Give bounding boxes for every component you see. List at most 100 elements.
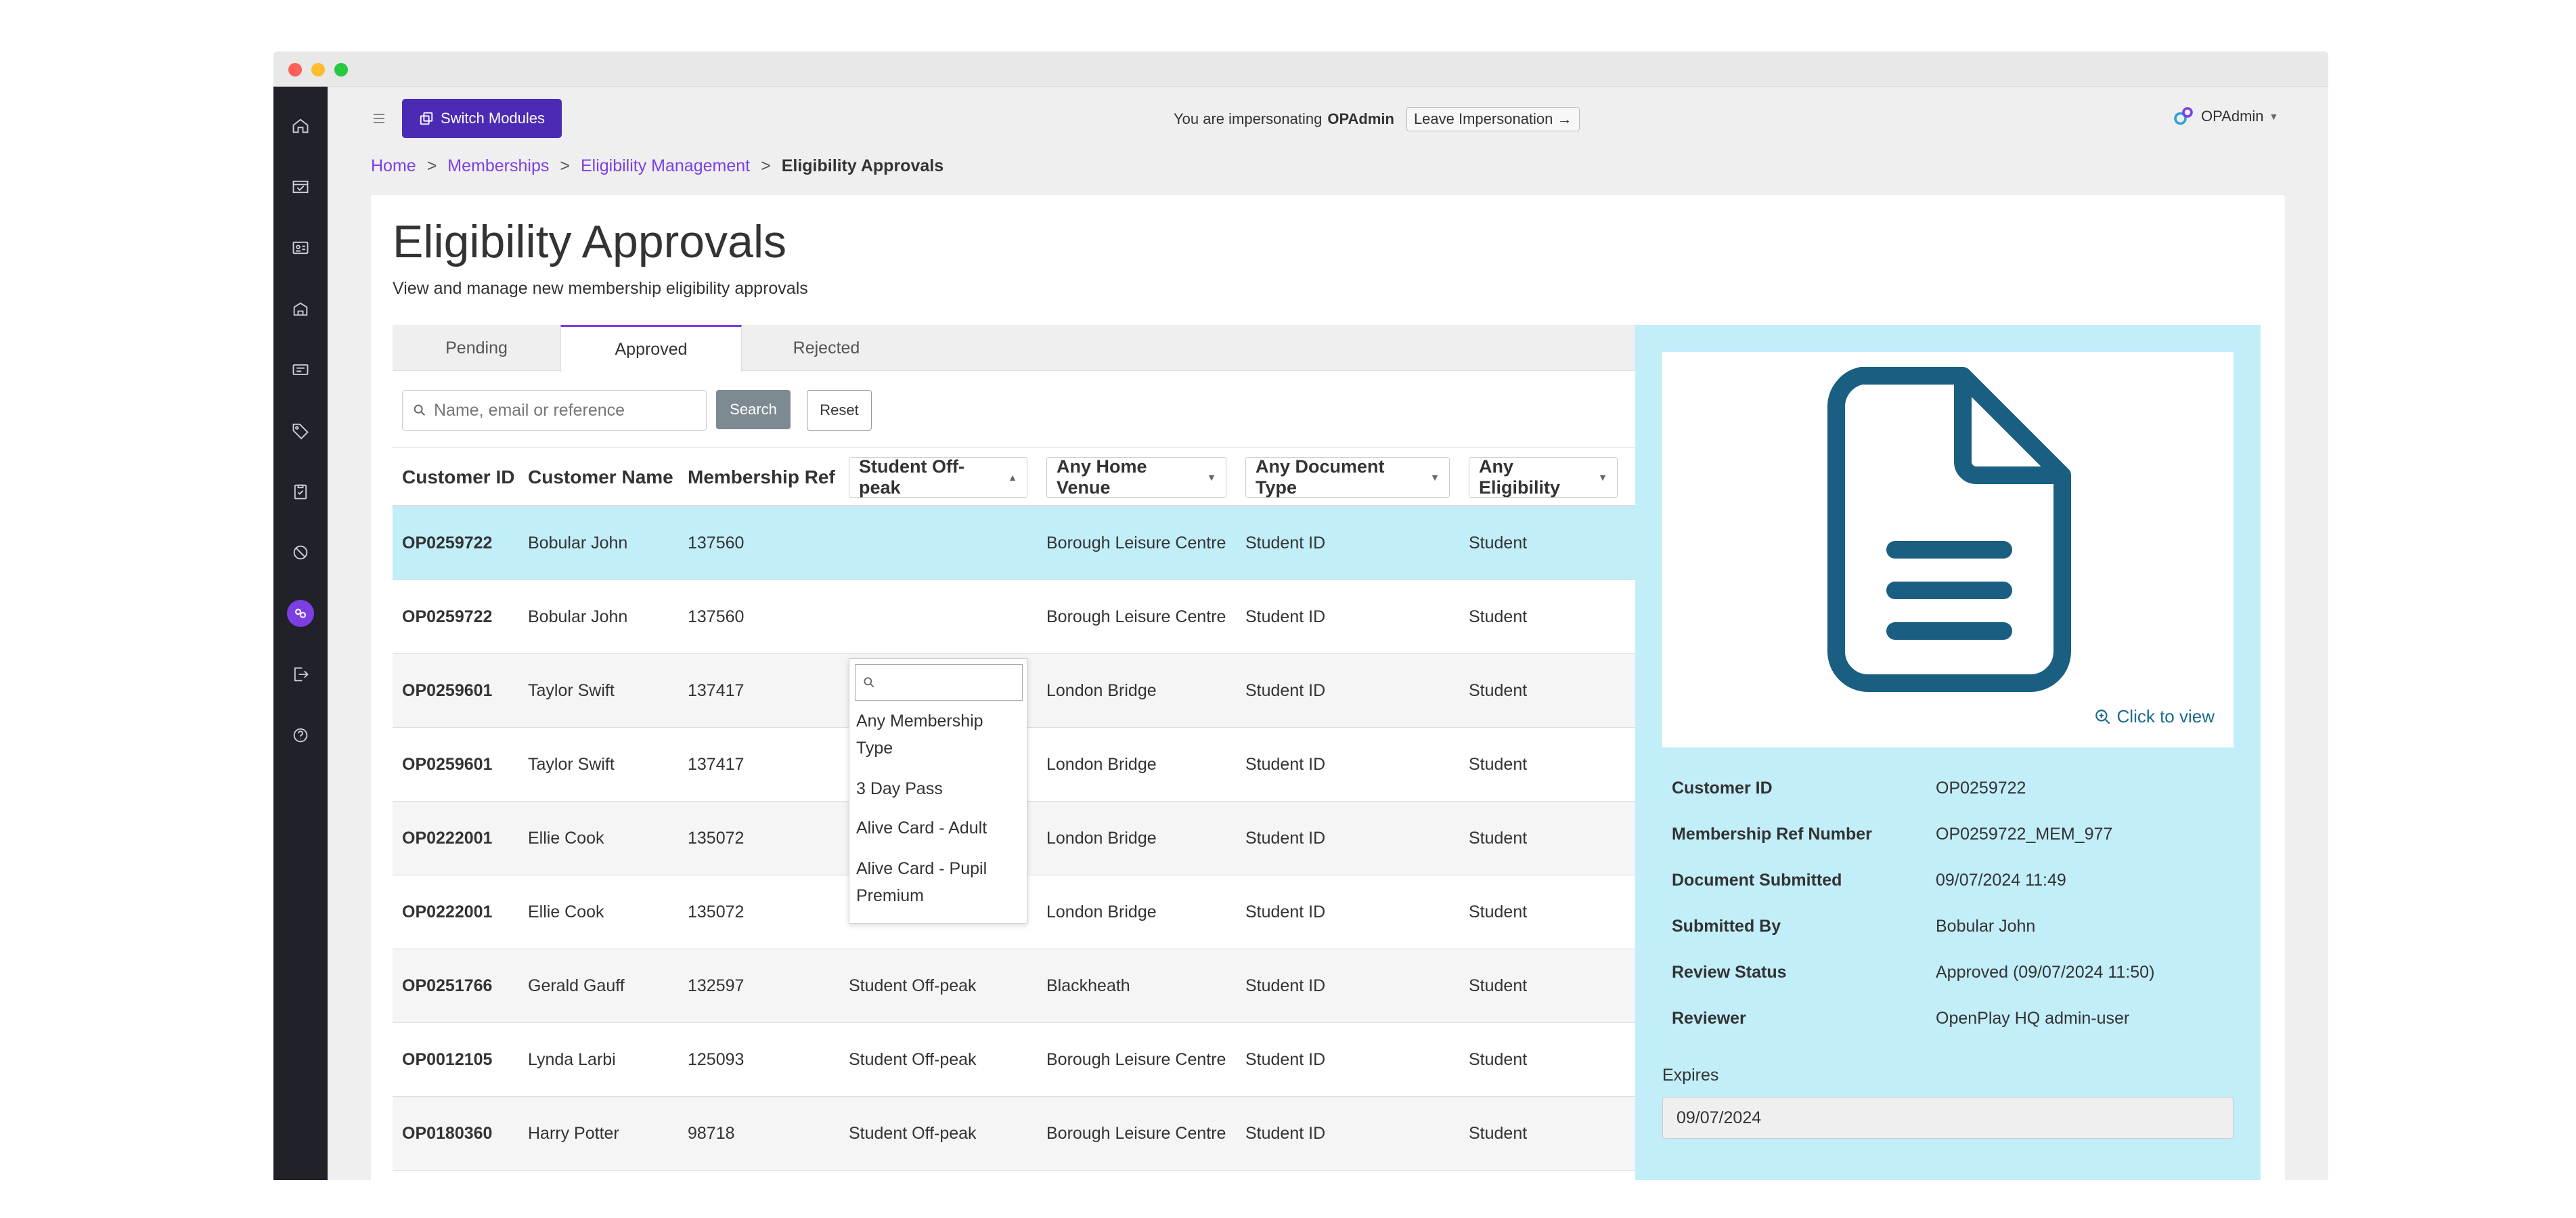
minimize-window-button[interactable]: [311, 63, 325, 77]
search-input[interactable]: [432, 399, 690, 421]
cell-membership-ref: 125093: [688, 1049, 745, 1069]
header-customer-id[interactable]: Customer ID: [402, 448, 514, 507]
document-type-filter-value: Any Document Type: [1256, 456, 1385, 498]
search-button[interactable]: Search: [716, 390, 791, 429]
browser-window: Switch Modules You are impersonating OPA…: [273, 51, 2328, 1180]
cell-home-venue: Borough Leisure Centre: [1046, 1123, 1226, 1143]
clipboard-icon[interactable]: [287, 478, 314, 505]
leave-impersonation-button[interactable]: Leave Impersonation →: [1406, 107, 1580, 131]
cell-membership-ref: 137417: [688, 680, 745, 700]
cell-document-type: Student ID: [1245, 754, 1326, 774]
cell-customer-id: OP0259722: [402, 607, 493, 626]
table-row[interactable]: OP0259722 Bobular John 137560 Borough Leisu…: [393, 580, 1635, 654]
venue-icon[interactable]: [287, 295, 314, 322]
dropdown-option[interactable]: Alive Card - Adult: [856, 814, 1019, 842]
cell-customer-id: OP0259722: [402, 533, 493, 552]
cell-eligibility: Student: [1469, 680, 1528, 700]
maximize-window-button[interactable]: [334, 63, 348, 77]
home-icon[interactable]: [287, 112, 314, 139]
block-icon[interactable]: [287, 539, 314, 566]
content-card: Eligibility Approvals View and manage ne…: [371, 195, 2285, 1180]
tab-approved[interactable]: Approved: [560, 325, 742, 372]
help-icon[interactable]: [287, 722, 314, 749]
cell-customer-name: Lynda Larbi: [528, 1049, 616, 1069]
home-venue-filter[interactable]: Any Home Venue ▼: [1046, 456, 1226, 498]
table-row[interactable]: OP0180360 Harry Potter 98718 Student Off-pe…: [393, 1097, 1635, 1171]
breadcrumb-eligibility-management[interactable]: Eligibility Management: [581, 156, 750, 176]
dropdown-option[interactable]: Alive Card - Pupil Premium: [856, 855, 1019, 909]
click-to-view-link[interactable]: Click to view: [2094, 706, 2215, 727]
impersonation-banner: You are impersonating OPAdmin Leave Impe…: [1174, 107, 1580, 131]
cell-membership-ref: 132597: [688, 976, 745, 995]
tab-pending[interactable]: Pending: [393, 325, 560, 371]
cell-document-type: Student ID: [1245, 533, 1326, 552]
search-input-wrapper: [402, 390, 707, 431]
tag-icon[interactable]: [287, 417, 314, 444]
table-row[interactable]: OP0251766 Gerald Gauff 132597 Student Off-p…: [393, 949, 1635, 1023]
impersonation-text: You are impersonating: [1174, 110, 1323, 127]
cell-eligibility: Student: [1469, 828, 1528, 848]
id-card-icon[interactable]: [287, 234, 314, 261]
calendar-board-icon[interactable]: [287, 173, 314, 200]
tab-rejected[interactable]: Rejected: [742, 325, 911, 371]
header-membership-ref[interactable]: Membership Ref: [688, 448, 835, 507]
dropdown-search-input[interactable]: [876, 673, 1011, 692]
dropdown-option[interactable]: 3 Day Pass: [856, 775, 1019, 802]
membership-type-filter[interactable]: Student Off-peak ▲: [849, 456, 1027, 498]
eligibility-module-icon[interactable]: [287, 600, 314, 627]
breadcrumb: Home > Memberships > Eligibility Managem…: [371, 152, 943, 180]
header-customer-name[interactable]: Customer Name: [528, 448, 673, 507]
search-icon: [864, 677, 874, 688]
main-content: Switch Modules You are impersonating OPA…: [328, 87, 2328, 1180]
cell-home-venue: Blackheath: [1046, 976, 1130, 995]
document-preview[interactable]: Click to view: [1662, 352, 2234, 747]
breadcrumb-memberships[interactable]: Memberships: [447, 156, 549, 176]
expires-date-field[interactable]: [1662, 1097, 2234, 1139]
cell-document-type: Student ID: [1245, 828, 1326, 848]
cell-customer-id: OP0012105: [402, 1049, 493, 1069]
cell-customer-name: Taylor Swift: [528, 680, 615, 700]
hamburger-menu-icon[interactable]: [370, 109, 388, 128]
cell-customer-id: OP0259601: [402, 680, 493, 700]
detail-label: Membership Ref Number: [1672, 825, 1872, 844]
table-header: Customer ID Customer Name Membership Ref…: [393, 447, 1635, 506]
cell-document-type: Student ID: [1245, 1049, 1326, 1069]
eligibility-filter[interactable]: Any Eligibility ▼: [1469, 456, 1618, 498]
document-type-filter[interactable]: Any Document Type ▼: [1245, 456, 1450, 498]
cell-customer-name: Ellie Cook: [528, 902, 604, 921]
cell-membership-ref: 98718: [688, 1123, 735, 1143]
user-menu[interactable]: OPAdmin ▼: [2171, 104, 2278, 129]
breadcrumb-current: Eligibility Approvals: [781, 156, 944, 175]
cell-membership-ref: 137417: [688, 754, 745, 774]
user-name: OPAdmin: [2201, 108, 2264, 125]
detail-label: Review Status: [1672, 963, 1787, 982]
cell-customer-name: Ellie Cook: [528, 828, 604, 848]
cell-membership-type: Student Off-peak: [849, 1049, 977, 1069]
logout-icon[interactable]: [287, 661, 314, 688]
cell-membership-type: Student Off-peak: [849, 1123, 977, 1143]
home-venue-filter-value: Any Home Venue: [1057, 456, 1147, 498]
ticket-icon[interactable]: [287, 356, 314, 383]
cell-home-venue: Borough Leisure Centre: [1046, 533, 1226, 552]
close-window-button[interactable]: [288, 63, 302, 77]
cell-eligibility: Student: [1469, 976, 1528, 995]
breadcrumb-home[interactable]: Home: [371, 156, 416, 176]
switch-modules-button[interactable]: Switch Modules: [402, 99, 562, 138]
search-icon: [414, 404, 426, 416]
chevron-down-icon: ▼: [2269, 111, 2279, 122]
cell-membership-type: [849, 580, 1038, 654]
cell-home-venue: London Bridge: [1046, 828, 1157, 848]
reset-button[interactable]: Reset: [807, 390, 872, 431]
eligibility-filter-value: Any Eligibility: [1479, 456, 1561, 498]
window-titlebar: [273, 51, 2328, 87]
table-row[interactable]: OP0259722 Bobular John 137560 Borough Leisu…: [393, 506, 1635, 580]
table-row[interactable]: OP0012105 Lynda Larbi 125093 Student Off-pe…: [393, 1023, 1635, 1097]
cell-customer-id: OP0259601: [402, 754, 493, 774]
cell-home-venue: London Bridge: [1046, 680, 1157, 700]
chevron-up-icon: ▲: [1008, 472, 1017, 483]
impersonated-user: OPAdmin: [1327, 110, 1394, 127]
switch-modules-label: Switch Modules: [440, 110, 546, 127]
cell-membership-ref: 137560: [688, 533, 745, 552]
page-subtitle: View and manage new membership eligibili…: [393, 279, 808, 298]
dropdown-option[interactable]: Any Membership Type: [856, 708, 1019, 762]
